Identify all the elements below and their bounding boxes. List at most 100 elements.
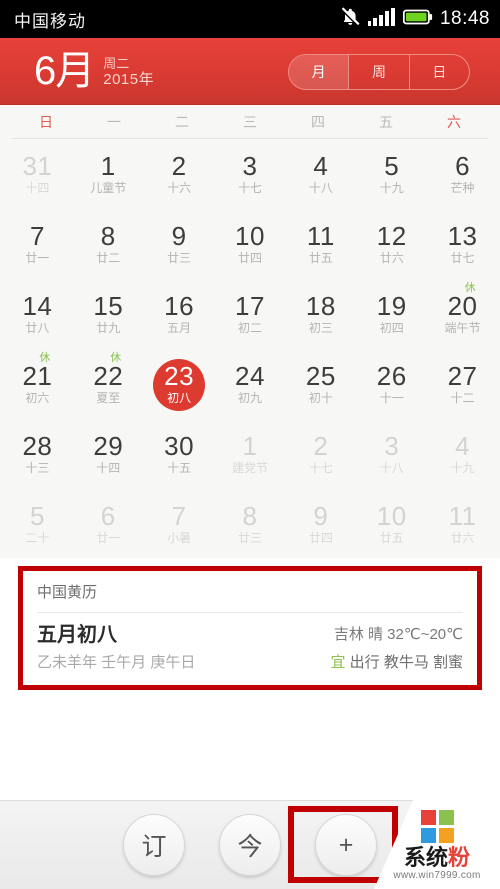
tab-week[interactable]: 周 <box>348 55 408 89</box>
day-number: 1 <box>100 151 116 181</box>
calendar-day-cell[interactable]: 24 初九 <box>215 349 286 419</box>
weather-label: 吉林 晴 32℃~20℃ <box>333 626 463 643</box>
app-header: 6月 周二 2015年 月 周 日 <box>0 38 500 105</box>
ganzhi-label: 乙未羊年 壬午月 庚午日 <box>37 654 196 671</box>
calendar-day-cell[interactable]: 10 廿四 <box>215 209 286 279</box>
calendar-day-cell[interactable]: 23 初八 <box>144 349 215 419</box>
watermark-url-label: www.win7999.com <box>393 869 481 881</box>
calendar-day-cell[interactable]: 17 初二 <box>215 279 286 349</box>
weekday-label-4: 四 <box>311 113 325 130</box>
calendar-day-cell[interactable]: 1 建党节 <box>215 419 286 489</box>
header-title-group[interactable]: 6月 周二 2015年 <box>34 51 154 91</box>
day-lunar-label: 初九 <box>237 391 262 405</box>
day-lunar-label: 端午节 <box>444 321 481 335</box>
day-number: 9 <box>313 501 329 531</box>
calendar-day-cell[interactable]: 7 小暑 <box>144 489 215 559</box>
calendar-day-cell[interactable]: 19 初四 <box>356 279 427 349</box>
calendar-day-cell[interactable]: 29 十四 <box>73 419 144 489</box>
calendar-day-cell[interactable]: 9 廿四 <box>285 489 356 559</box>
calendar-day-cell[interactable]: 13 廿七 <box>427 209 498 279</box>
day-lunar-label: 十一 <box>379 391 404 405</box>
calendar-day-cell[interactable]: 25 初十 <box>285 349 356 419</box>
calendar-day-cell[interactable]: 8 廿三 <box>215 489 286 559</box>
day-number: 5 <box>29 501 45 531</box>
calendar-day-cell[interactable]: 10 廿五 <box>356 489 427 559</box>
calendar-day-cell[interactable]: 6 廿一 <box>73 489 144 559</box>
calendar-day-cell[interactable]: 14 廿八 <box>2 279 73 349</box>
day-number: 23 <box>164 361 195 391</box>
calendar-day-cell[interactable]: 6 芒种 <box>427 139 498 209</box>
day-number: 4 <box>313 151 329 181</box>
rest-day-badge: 休 <box>39 352 51 364</box>
calendar-day-cell[interactable]: 休 22 夏至 <box>73 349 144 419</box>
calendar-day-cell[interactable]: 11 廿五 <box>285 209 356 279</box>
calendar-day-cell[interactable]: 11 廿六 <box>427 489 498 559</box>
calendar-day-cell[interactable]: 16 五月 <box>144 279 215 349</box>
day-number: 8 <box>100 221 116 251</box>
day-lunar-label: 芒种 <box>450 181 475 195</box>
day-lunar-label: 五月 <box>167 321 192 335</box>
header-subtitle: 周二 2015年 <box>103 56 154 88</box>
day-lunar-label: 廿一 <box>96 531 121 545</box>
subscribe-button[interactable]: 订 <box>123 814 185 876</box>
calendar-day-cell[interactable]: 1 儿童节 <box>73 139 144 209</box>
day-number: 22 <box>93 361 124 391</box>
yi-items-label: 出行 教牛马 割蜜 <box>349 654 463 671</box>
battery-icon <box>402 9 433 30</box>
day-number: 25 <box>305 361 336 391</box>
calendar-day-cell[interactable]: 9 廿三 <box>144 209 215 279</box>
calendar-day-cell[interactable]: 18 初三 <box>285 279 356 349</box>
view-mode-segmented-control[interactable]: 月 周 日 <box>288 54 470 90</box>
day-lunar-label: 十七 <box>308 461 333 475</box>
calendar-day-cell[interactable]: 12 廿六 <box>356 209 427 279</box>
calendar-day-cell[interactable]: 27 十二 <box>427 349 498 419</box>
calendar-day-cell[interactable]: 休 21 初六 <box>2 349 73 419</box>
calendar-day-cell[interactable]: 7 廿一 <box>2 209 73 279</box>
mute-bell-icon <box>340 7 361 31</box>
day-lunar-label: 小暑 <box>167 531 192 545</box>
calendar-day-cell[interactable]: 31 十四 <box>2 139 73 209</box>
calendar-day-cell[interactable]: 15 廿九 <box>73 279 144 349</box>
day-number: 3 <box>384 431 400 461</box>
day-lunar-label: 廿四 <box>237 251 262 265</box>
day-lunar-label: 廿三 <box>167 251 192 265</box>
calendar-app-screen: 中国移动 18:48 6月 周二 2015年 月 周 日 日 一 二 三 四 五… <box>0 0 500 889</box>
day-lunar-label: 初六 <box>25 391 50 405</box>
almanac-panel[interactable]: 中国黄历 五月初八 乙未羊年 壬午月 庚午日 吉林 晴 32℃~20℃ 宜 出行… <box>23 571 477 685</box>
calendar-day-cell[interactable]: 4 十九 <box>427 419 498 489</box>
calendar-day-cell[interactable]: 2 十六 <box>144 139 215 209</box>
day-number: 10 <box>376 501 407 531</box>
calendar-day-cell[interactable]: 3 十八 <box>356 419 427 489</box>
calendar-day-cell[interactable]: 休 20 端午节 <box>427 279 498 349</box>
tab-day[interactable]: 日 <box>408 55 469 89</box>
calendar-day-cell[interactable]: 2 十七 <box>285 419 356 489</box>
header-year: 2015年 <box>103 71 155 88</box>
calendar-day-cell[interactable]: 8 廿二 <box>73 209 144 279</box>
calendar-day-cell[interactable]: 30 十五 <box>144 419 215 489</box>
day-number: 29 <box>93 431 124 461</box>
calendar-day-cell[interactable]: 28 十三 <box>2 419 73 489</box>
signal-bars-icon <box>367 7 396 31</box>
lunar-date-label: 五月初八 <box>37 624 117 646</box>
calendar-day-cell[interactable]: 3 十七 <box>215 139 286 209</box>
calendar-day-cell[interactable]: 26 十一 <box>356 349 427 419</box>
almanac-header: 中国黄历 <box>37 571 463 613</box>
day-number: 5 <box>384 151 400 181</box>
weekday-label-0: 日 <box>39 113 53 130</box>
day-lunar-label: 二十 <box>25 531 50 545</box>
watermark-brand-label: 系统粉 <box>404 844 471 870</box>
calendar-day-grid[interactable]: 31 十四 1 儿童节 2 十六 3 十七 4 十八 5 十九 6 芒种 7 廿一 8 廿二 9 廿三 10 廿四 11 廿五… <box>2 139 498 559</box>
tab-month[interactable]: 月 <box>289 55 349 89</box>
rest-day-badge: 休 <box>110 352 122 364</box>
calendar-day-cell[interactable]: 5 十九 <box>356 139 427 209</box>
day-lunar-label: 廿六 <box>450 531 475 545</box>
watermark-brand-part2: 粉 <box>448 844 471 870</box>
day-lunar-label: 廿六 <box>379 251 404 265</box>
today-button[interactable]: 今 <box>219 814 281 876</box>
calendar-day-cell[interactable]: 5 二十 <box>2 489 73 559</box>
calendar-day-cell[interactable]: 4 十八 <box>285 139 356 209</box>
day-lunar-label: 初二 <box>237 321 262 335</box>
almanac-body: 五月初八 乙未羊年 壬午月 庚午日 吉林 晴 32℃~20℃ 宜 出行 教牛马 … <box>37 613 463 675</box>
add-event-button[interactable]: + <box>315 814 377 876</box>
day-number: 16 <box>164 291 195 321</box>
